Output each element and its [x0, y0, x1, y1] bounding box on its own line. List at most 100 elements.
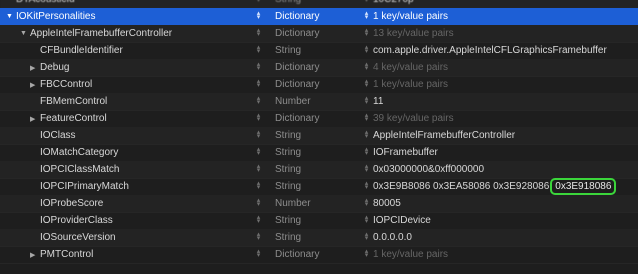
row-key-label: IOClass [40, 130, 76, 141]
row-type[interactable]: Number [275, 195, 311, 212]
value-stepper-icon[interactable]: ▴▾ [364, 78, 369, 89]
value-stepper-icon[interactable]: ▴▾ [364, 214, 369, 225]
row-key: IOMatchCategory [40, 144, 118, 161]
row-type[interactable]: String [275, 42, 301, 59]
plist-row-debug[interactable]: ▶ Debug ▴ ▾ Dictionary ▴ ▾ 4 key/value pairs [0, 59, 638, 77]
plist-row-fbmemcontrol[interactable]: FBMemControl ▴ ▾ Number ▴ ▾ 11 [0, 93, 638, 111]
plist-row-featurecontrol[interactable]: ▶ FeatureControl ▴ ▾ Dictionary ▴ ▾ 39 key/valu… [0, 110, 638, 128]
plist-row-iosourceversion[interactable]: IOSourceVersion ▴ ▾ String ▴ ▾ 0.0.0.0.0 [0, 229, 638, 247]
row-value[interactable]: 1 key/value pairs [373, 8, 448, 25]
row-key-label: DTAcousticId [16, 0, 75, 5]
type-stepper-icon[interactable]: ▴▾ [256, 0, 261, 4]
type-stepper-icon[interactable]: ▴▾ [256, 180, 261, 191]
disclosure-collapsed-icon[interactable]: ▶ [30, 64, 40, 72]
row-value[interactable]: 0x03000000&0xff000000 [373, 161, 484, 178]
row-value-text: 10C270p [373, 0, 414, 5]
value-stepper-icon[interactable]: ▴▾ [364, 44, 369, 55]
row-type[interactable]: String [275, 127, 301, 144]
row-value-text: 13 key/value pairs [373, 28, 454, 39]
row-type[interactable]: Number [275, 93, 311, 110]
row-value[interactable]: 80005 [373, 195, 401, 212]
row-key: FBMemControl [40, 93, 107, 110]
type-stepper-icon[interactable]: ▴▾ [256, 214, 261, 225]
row-value-text: IOPCIDevice [373, 215, 431, 226]
row-value[interactable]: com.apple.driver.AppleIntelCFLGraphicsFr… [373, 42, 607, 59]
value-stepper-icon[interactable]: ▴▾ [364, 112, 369, 123]
row-value-text: AppleIntelFramebufferController [373, 130, 516, 141]
value-stepper-icon[interactable]: ▴▾ [364, 197, 369, 208]
type-stepper-icon[interactable]: ▴▾ [256, 129, 261, 140]
row-type[interactable]: String [275, 178, 301, 195]
disclosure-expanded-icon[interactable]: ▼ [6, 13, 16, 20]
row-key: ▶ FBCControl [30, 76, 92, 93]
row-type[interactable]: Dictionary [275, 110, 319, 127]
type-stepper-icon[interactable]: ▴▾ [256, 146, 261, 157]
row-value: 4 key/value pairs [373, 59, 448, 76]
plist-row-ioproviderclass[interactable]: IOProviderClass ▴ ▾ String ▴ ▾ IOPCIDevice [0, 212, 638, 230]
row-type[interactable]: String [275, 212, 301, 229]
row-value-text: 1 key/value pairs [373, 79, 449, 90]
type-stepper-icon[interactable]: ▴▾ [256, 27, 261, 38]
row-type[interactable]: Dictionary [275, 59, 319, 76]
type-stepper-icon[interactable]: ▴▾ [256, 44, 261, 55]
row-value[interactable]: IOPCIDevice [373, 212, 431, 229]
plist-row-appleintelframebuffercontroller[interactable]: ▼ AppleIntelFramebufferController ▴ ▾ Dictio… [0, 25, 638, 43]
row-value[interactable]: 0.0.0.0.0 [373, 229, 412, 246]
row-type[interactable]: Dictionary [275, 8, 319, 25]
type-stepper-icon[interactable]: ▴▾ [256, 163, 261, 174]
row-type[interactable]: Dictionary [275, 25, 319, 42]
value-stepper-icon[interactable]: ▴▾ [364, 61, 369, 72]
disclosure-collapsed-icon[interactable]: ▶ [30, 115, 40, 123]
row-value: 13 key/value pairs [373, 25, 454, 42]
plist-row-pmtcontrol[interactable]: ▶ PMTControl ▴ ▾ Dictionary ▴ ▾ 1 key/value pai… [0, 246, 638, 264]
row-value[interactable]: AppleIntelFramebufferController [373, 127, 515, 144]
value-stepper-icon[interactable]: ▴▾ [364, 180, 369, 191]
disclosure-collapsed-icon[interactable]: ▶ [30, 81, 40, 89]
row-type[interactable]: String [275, 161, 301, 178]
type-stepper-icon[interactable]: ▴▾ [256, 197, 261, 208]
row-value-text: com.apple.driver.AppleIntelCFLGraphicsFr… [373, 45, 607, 56]
row-type[interactable]: Dictionary [275, 246, 319, 263]
plist-row-cfbundleidentifier[interactable]: CFBundleIdentifier ▴ ▾ String ▴ ▾ com.apple.dr… [0, 42, 638, 60]
plist-row-ioprobescore[interactable]: IOProbeScore ▴ ▾ Number ▴ ▾ 80005 [0, 195, 638, 213]
value-stepper-icon[interactable]: ▴▾ [364, 248, 369, 259]
row-key-label: IOKitPersonalities [16, 11, 96, 22]
row-key-label: CFBundleIdentifier [40, 45, 123, 56]
type-stepper-icon[interactable]: ▴▾ [256, 112, 261, 123]
row-value[interactable]: 11 [373, 93, 383, 110]
row-type[interactable]: String [275, 144, 301, 161]
plist-row-fbccontrol[interactable]: ▶ FBCControl ▴ ▾ Dictionary ▴ ▾ 1 key/value pai… [0, 76, 638, 94]
value-stepper-icon[interactable]: ▴▾ [364, 129, 369, 140]
plist-row-iopciprimarymatch[interactable]: IOPCIPrimaryMatch ▴ ▾ String ▴ ▾ 0x3E9B8086 0x… [0, 178, 638, 196]
value-stepper-icon[interactable]: ▴▾ [364, 0, 369, 4]
type-stepper-icon[interactable]: ▴▾ [256, 78, 261, 89]
row-type[interactable]: String [275, 229, 301, 246]
type-stepper-icon[interactable]: ▴▾ [256, 61, 261, 72]
plist-row-iopciclassmatch[interactable]: IOPCIClassMatch ▴ ▾ String ▴ ▾ 0x03000000&0xff… [0, 161, 638, 179]
row-type[interactable]: String [275, 0, 301, 8]
value-stepper-icon[interactable]: ▴▾ [364, 163, 369, 174]
type-stepper-icon[interactable]: ▴▾ [256, 248, 261, 259]
disclosure-expanded-icon[interactable]: ▼ [20, 30, 30, 37]
row-type[interactable]: Dictionary [275, 76, 319, 93]
row-value-text: 0x03000000&0xff000000 [373, 164, 485, 175]
value-stepper-icon[interactable]: ▴▾ [364, 231, 369, 242]
row-value[interactable]: 0x3E9B8086 0x3EA58086 0x3E928086 0x3E9180… [373, 178, 617, 195]
plist-row-iomatchcategory[interactable]: IOMatchCategory ▴ ▾ String ▴ ▾ IOFramebuffer [0, 144, 638, 162]
type-stepper-icon[interactable]: ▴▾ [256, 95, 261, 106]
value-stepper-icon[interactable]: ▴▾ [364, 95, 369, 106]
type-stepper-icon[interactable]: ▴▾ [256, 10, 261, 21]
plist-row-iokitpersonalities[interactable]: ▼ IOKitPersonalities ▴ ▾ Dictionary ▴ ▾ 1 key/v… [0, 8, 638, 26]
row-value[interactable]: 10C270p [373, 0, 414, 8]
plist-row-ioclass[interactable]: IOClass ▴ ▾ String ▴ ▾ AppleIntelFramebufferCo… [0, 127, 638, 145]
disclosure-collapsed-icon[interactable]: ▶ [30, 251, 40, 259]
row-key-label: AppleIntelFramebufferController [30, 28, 173, 39]
row-key-label: IOPCIPrimaryMatch [40, 181, 129, 192]
value-stepper-icon[interactable]: ▴▾ [364, 10, 369, 21]
type-stepper-icon[interactable]: ▴▾ [256, 231, 261, 242]
row-value[interactable]: IOFramebuffer [373, 144, 438, 161]
row-value-text: 1 key/value pairs [373, 11, 449, 22]
row-key-label: IOMatchCategory [40, 147, 119, 158]
value-stepper-icon[interactable]: ▴▾ [364, 27, 369, 38]
value-stepper-icon[interactable]: ▴▾ [364, 146, 369, 157]
